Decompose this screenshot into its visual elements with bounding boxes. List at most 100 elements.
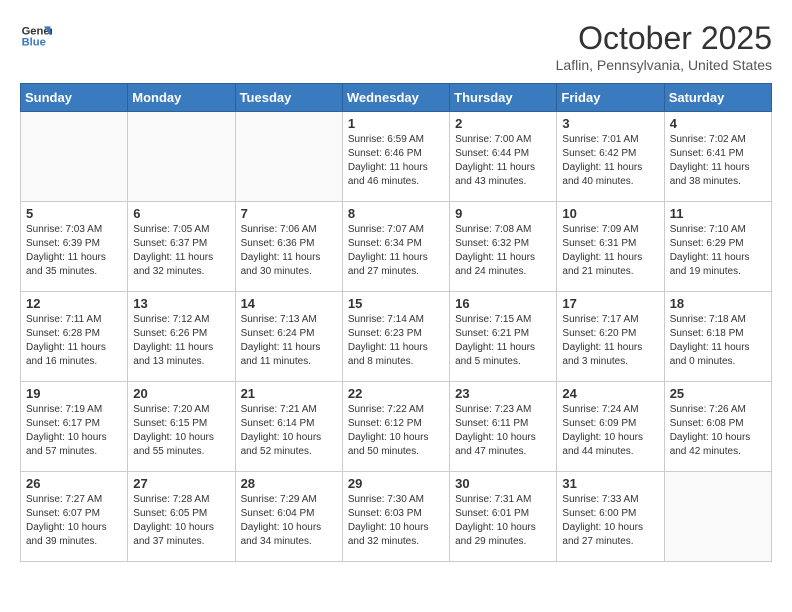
day-number: 5 (26, 206, 122, 221)
day-number: 9 (455, 206, 551, 221)
day-info: Sunrise: 7:01 AM Sunset: 6:42 PM Dayligh… (562, 133, 658, 189)
weekday-header-tuesday: Tuesday (235, 84, 342, 112)
day-number: 7 (241, 206, 337, 221)
day-cell: 18 Sunrise: 7:18 AM Sunset: 6:18 PM Dayli… (664, 292, 771, 382)
day-cell: 20Sunrise: 7:20 AM Sunset: 6:15 PM Dayli… (128, 382, 235, 472)
day-cell: 29 Sunrise: 7:30 AM Sunset: 6:03 PM Dayli… (342, 472, 449, 562)
day-info: Sunrise: 7:19 AM Sunset: 6:17 PM Dayligh… (26, 403, 122, 459)
weekday-header-monday: Monday (128, 84, 235, 112)
day-cell: 31 Sunrise: 7:33 AM Sunset: 6:00 PM Dayli… (557, 472, 664, 562)
day-info: Sunrise: 7:26 AM Sunset: 6:08 PM Dayligh… (670, 403, 766, 459)
day-info: Sunrise: 7:30 AM Sunset: 6:03 PM Dayligh… (348, 493, 444, 549)
day-cell: 11Sunrise: 7:10 AM Sunset: 6:29 PM Dayli… (664, 202, 771, 292)
day-cell: 6 Sunrise: 7:05 AM Sunset: 6:37 PM Daylig… (128, 202, 235, 292)
day-info: Sunrise: 7:03 AM Sunset: 6:39 PM Dayligh… (26, 223, 122, 279)
day-cell: 14 Sunrise: 7:13 AM Sunset: 6:24 PM Dayli… (235, 292, 342, 382)
day-number: 20 (133, 386, 229, 401)
logo: General Blue (20, 20, 52, 52)
day-info: Sunrise: 6:59 AM Sunset: 6:46 PM Dayligh… (348, 133, 444, 189)
page-header: General Blue October 2025 Laflin, Pennsy… (20, 20, 772, 73)
day-info: Sunrise: 7:29 AM Sunset: 6:04 PM Dayligh… (241, 493, 337, 549)
day-number: 17 (562, 296, 658, 311)
day-number: 8 (348, 206, 444, 221)
day-cell: 21 Sunrise: 7:21 AM Sunset: 6:14 PM Dayli… (235, 382, 342, 472)
day-info: Sunrise: 7:13 AM Sunset: 6:24 PM Dayligh… (241, 313, 337, 369)
weekday-header-wednesday: Wednesday (342, 84, 449, 112)
day-number: 26 (26, 476, 122, 491)
day-number: 15 (348, 296, 444, 311)
day-info: Sunrise: 7:07 AM Sunset: 6:34 PM Dayligh… (348, 223, 444, 279)
day-cell: 16 Sunrise: 7:15 AM Sunset: 6:21 PM Dayli… (450, 292, 557, 382)
day-info: Sunrise: 7:18 AM Sunset: 6:18 PM Dayligh… (670, 313, 766, 369)
week-row-5: 26 Sunrise: 7:27 AM Sunset: 6:07 PM Dayli… (21, 472, 772, 562)
day-cell: 3 Sunrise: 7:01 AM Sunset: 6:42 PM Daylig… (557, 112, 664, 202)
day-info: Sunrise: 7:22 AM Sunset: 6:12 PM Dayligh… (348, 403, 444, 459)
day-number: 13 (133, 296, 229, 311)
month-title: October 2025 (556, 20, 772, 57)
day-number: 4 (670, 116, 766, 131)
day-cell: 10Sunrise: 7:09 AM Sunset: 6:31 PM Dayli… (557, 202, 664, 292)
calendar-table: SundayMondayTuesdayWednesdayThursdayFrid… (20, 83, 772, 562)
day-number: 14 (241, 296, 337, 311)
day-number: 11 (670, 206, 766, 221)
day-cell: 5 Sunrise: 7:03 AM Sunset: 6:39 PM Daylig… (21, 202, 128, 292)
day-info: Sunrise: 7:23 AM Sunset: 6:11 PM Dayligh… (455, 403, 551, 459)
day-number: 6 (133, 206, 229, 221)
day-cell: 2 Sunrise: 7:00 AM Sunset: 6:44 PM Daylig… (450, 112, 557, 202)
day-cell (128, 112, 235, 202)
day-cell: 8 Sunrise: 7:07 AM Sunset: 6:34 PM Daylig… (342, 202, 449, 292)
day-cell: 19 Sunrise: 7:19 AM Sunset: 6:17 PM Dayli… (21, 382, 128, 472)
day-number: 18 (670, 296, 766, 311)
day-cell: 9Sunrise: 7:08 AM Sunset: 6:32 PM Daylig… (450, 202, 557, 292)
weekday-header-thursday: Thursday (450, 84, 557, 112)
day-number: 23 (455, 386, 551, 401)
week-row-3: 12Sunrise: 7:11 AM Sunset: 6:28 PM Dayli… (21, 292, 772, 382)
day-cell: 22 Sunrise: 7:22 AM Sunset: 6:12 PM Dayli… (342, 382, 449, 472)
location-subtitle: Laflin, Pennsylvania, United States (556, 57, 772, 73)
day-info: Sunrise: 7:21 AM Sunset: 6:14 PM Dayligh… (241, 403, 337, 459)
day-info: Sunrise: 7:02 AM Sunset: 6:41 PM Dayligh… (670, 133, 766, 189)
day-cell: 4 Sunrise: 7:02 AM Sunset: 6:41 PM Daylig… (664, 112, 771, 202)
day-cell: 1 Sunrise: 6:59 AM Sunset: 6:46 PM Daylig… (342, 112, 449, 202)
day-cell: 25 Sunrise: 7:26 AM Sunset: 6:08 PM Dayli… (664, 382, 771, 472)
day-cell (235, 112, 342, 202)
day-info: Sunrise: 7:05 AM Sunset: 6:37 PM Dayligh… (133, 223, 229, 279)
week-row-1: 1 Sunrise: 6:59 AM Sunset: 6:46 PM Daylig… (21, 112, 772, 202)
day-number: 31 (562, 476, 658, 491)
day-number: 3 (562, 116, 658, 131)
day-number: 27 (133, 476, 229, 491)
day-cell (21, 112, 128, 202)
day-number: 10 (562, 206, 658, 221)
weekday-header-sunday: Sunday (21, 84, 128, 112)
day-cell: 15 Sunrise: 7:14 AM Sunset: 6:23 PM Dayli… (342, 292, 449, 382)
day-cell: 26 Sunrise: 7:27 AM Sunset: 6:07 PM Dayli… (21, 472, 128, 562)
day-number: 25 (670, 386, 766, 401)
week-row-4: 19 Sunrise: 7:19 AM Sunset: 6:17 PM Dayli… (21, 382, 772, 472)
day-info: Sunrise: 7:28 AM Sunset: 6:05 PM Dayligh… (133, 493, 229, 549)
day-number: 29 (348, 476, 444, 491)
day-cell: 7Sunrise: 7:06 AM Sunset: 6:36 PM Daylig… (235, 202, 342, 292)
day-cell: 30Sunrise: 7:31 AM Sunset: 6:01 PM Dayli… (450, 472, 557, 562)
day-cell (664, 472, 771, 562)
day-cell: 13Sunrise: 7:12 AM Sunset: 6:26 PM Dayli… (128, 292, 235, 382)
day-info: Sunrise: 7:00 AM Sunset: 6:44 PM Dayligh… (455, 133, 551, 189)
day-number: 1 (348, 116, 444, 131)
day-cell: 12Sunrise: 7:11 AM Sunset: 6:28 PM Dayli… (21, 292, 128, 382)
weekday-header-row: SundayMondayTuesdayWednesdayThursdayFrid… (21, 84, 772, 112)
day-number: 22 (348, 386, 444, 401)
day-info: Sunrise: 7:15 AM Sunset: 6:21 PM Dayligh… (455, 313, 551, 369)
day-number: 2 (455, 116, 551, 131)
day-number: 16 (455, 296, 551, 311)
day-number: 19 (26, 386, 122, 401)
day-info: Sunrise: 7:27 AM Sunset: 6:07 PM Dayligh… (26, 493, 122, 549)
day-number: 30 (455, 476, 551, 491)
day-info: Sunrise: 7:33 AM Sunset: 6:00 PM Dayligh… (562, 493, 658, 549)
weekday-header-friday: Friday (557, 84, 664, 112)
logo-icon: General Blue (20, 20, 52, 52)
day-info: Sunrise: 7:14 AM Sunset: 6:23 PM Dayligh… (348, 313, 444, 369)
day-number: 28 (241, 476, 337, 491)
day-info: Sunrise: 7:17 AM Sunset: 6:20 PM Dayligh… (562, 313, 658, 369)
day-info: Sunrise: 7:11 AM Sunset: 6:28 PM Dayligh… (26, 313, 122, 369)
week-row-2: 5 Sunrise: 7:03 AM Sunset: 6:39 PM Daylig… (21, 202, 772, 292)
day-number: 21 (241, 386, 337, 401)
